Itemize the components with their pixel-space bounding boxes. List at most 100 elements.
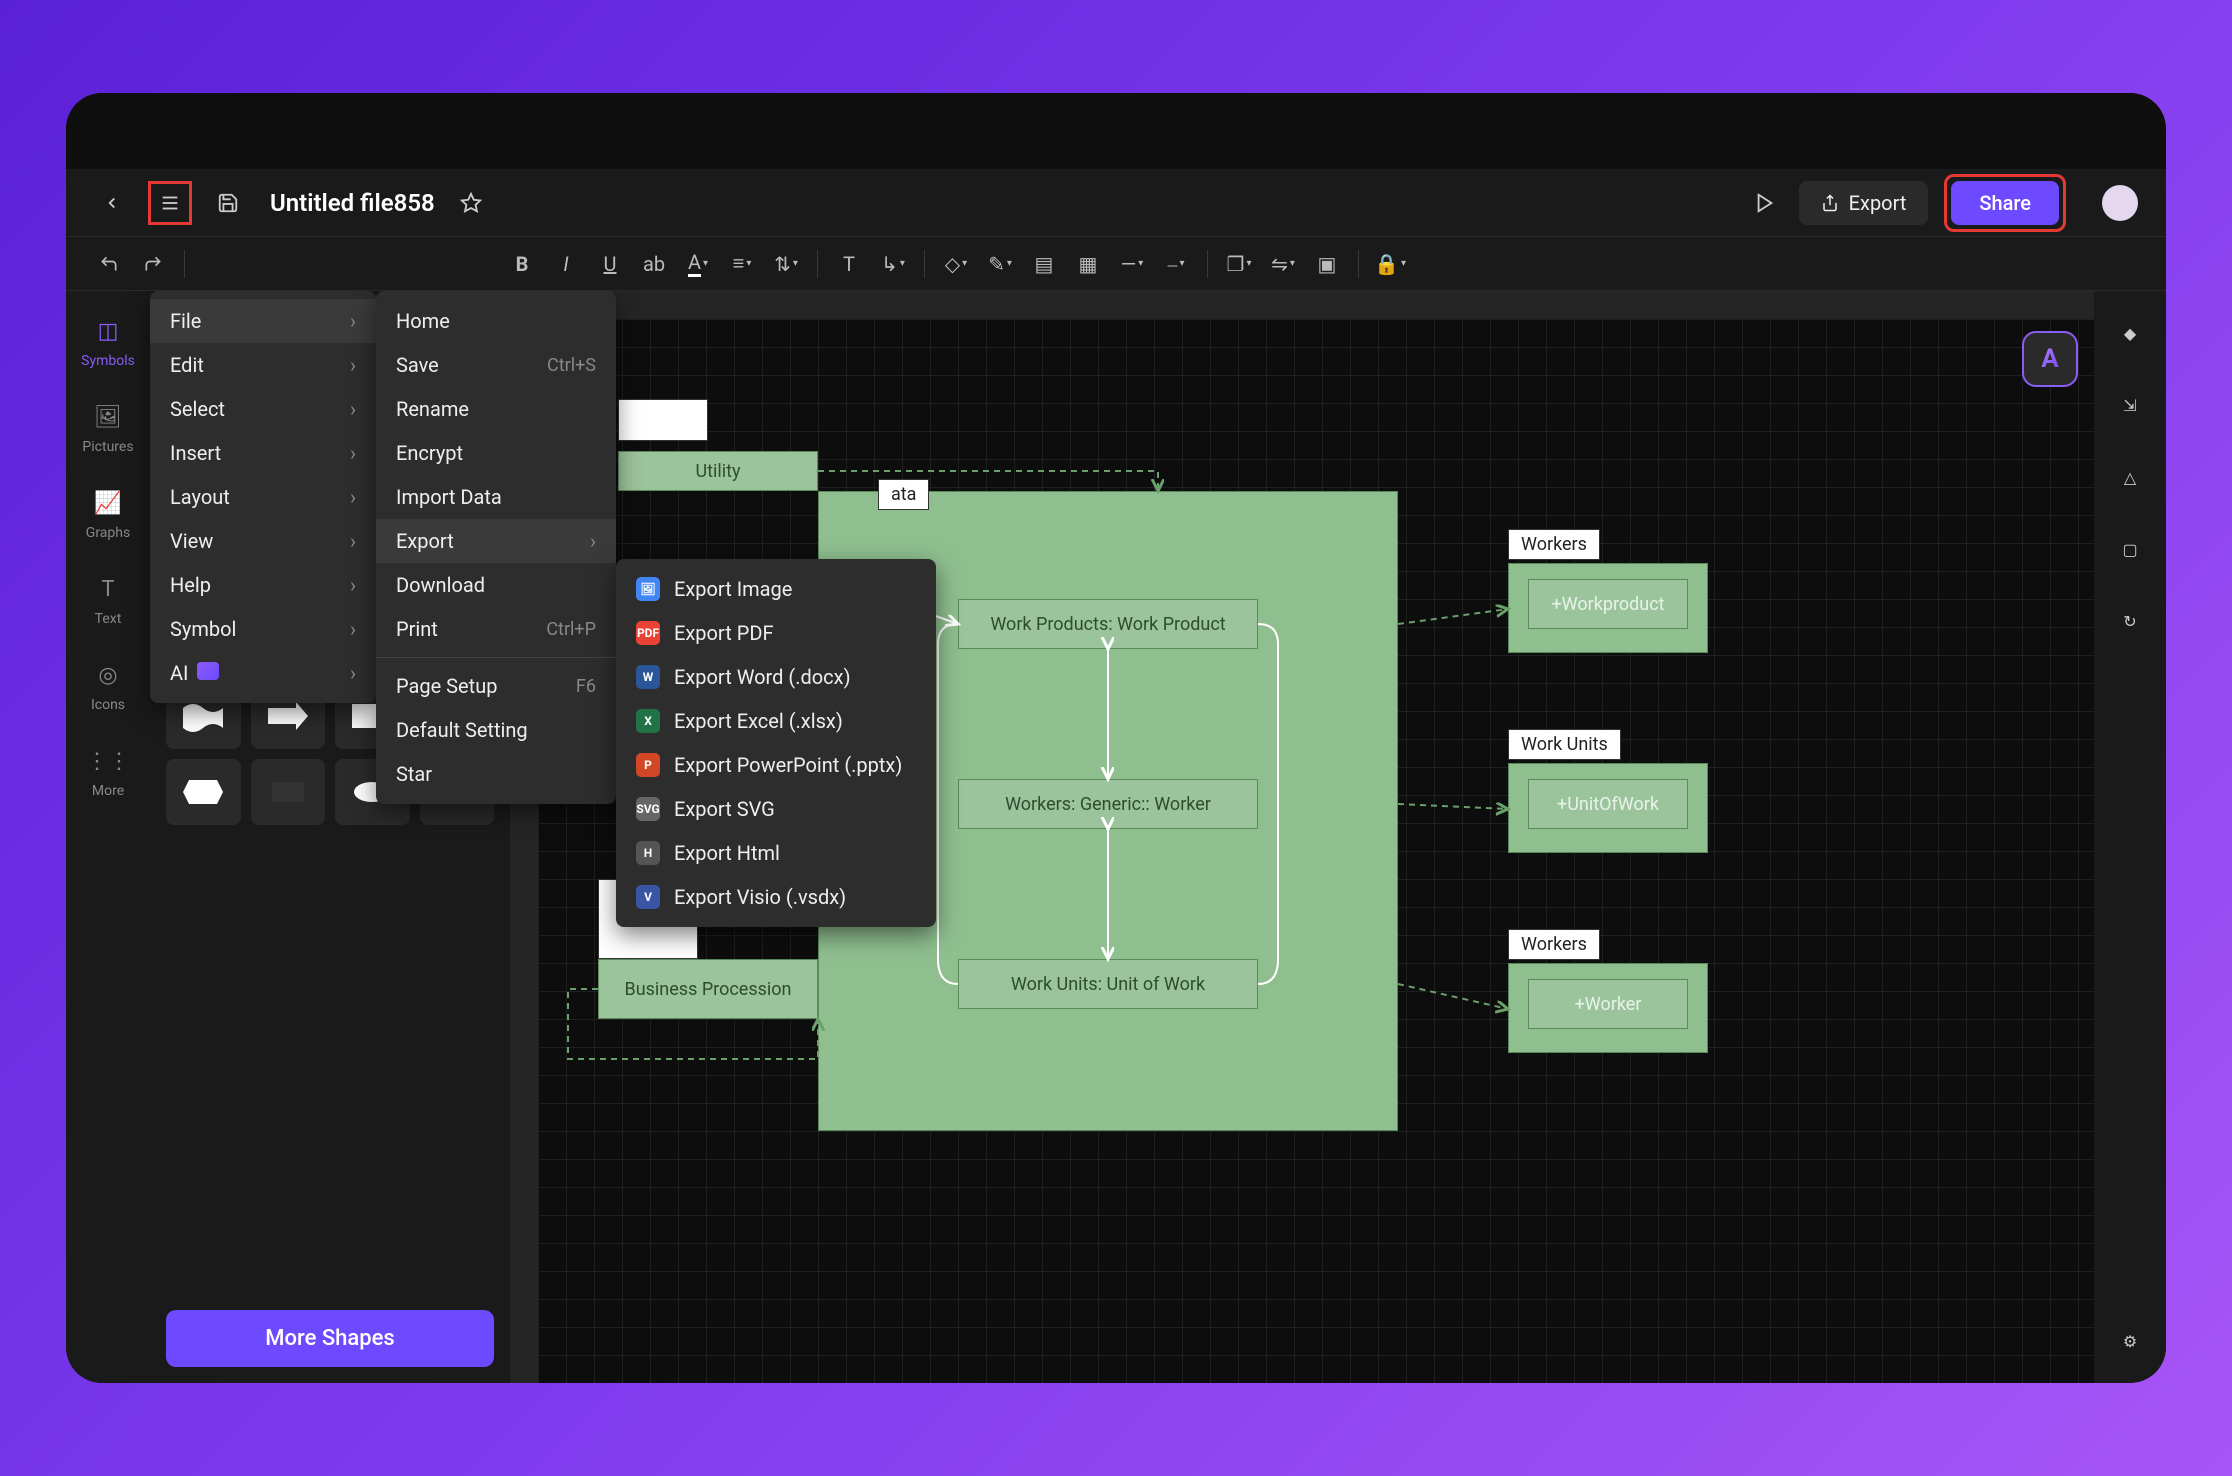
menu-insert[interactable]: Insert› <box>150 431 376 475</box>
menu-download[interactable]: Download <box>376 563 616 607</box>
word-file-icon: W <box>636 665 660 689</box>
menu-print[interactable]: PrintCtrl+P <box>376 607 616 651</box>
menu-symbol[interactable]: Symbol› <box>150 607 376 651</box>
history-icon[interactable]: ↻ <box>2112 603 2148 639</box>
menu-save[interactable]: SaveCtrl+S <box>376 343 616 387</box>
rail-graphs[interactable]: 📈Graphs <box>86 487 130 541</box>
layer-icon[interactable]: ❐ <box>1220 245 1258 283</box>
italic-icon[interactable]: I <box>547 245 585 283</box>
more-shapes-button[interactable]: More Shapes <box>166 1310 494 1367</box>
label-workunits[interactable]: Work Units <box>1508 729 1621 760</box>
shapes-right-icon[interactable]: △ <box>2112 459 2148 495</box>
menu-home[interactable]: Home <box>376 299 616 343</box>
redo-icon[interactable] <box>134 245 172 283</box>
shape-hex2[interactable] <box>166 759 241 825</box>
menu-import[interactable]: Import Data <box>376 475 616 519</box>
flip-icon[interactable]: ⇋ <box>1264 245 1302 283</box>
export-ppt[interactable]: PExport PowerPoint (.pptx) <box>616 743 936 787</box>
menu-pagesetup[interactable]: Page SetupF6 <box>376 664 616 708</box>
menu-star[interactable]: Star <box>376 752 616 796</box>
border-grid-icon[interactable]: ▦ <box>1069 245 1107 283</box>
rail-pictures[interactable]: 🖼Pictures <box>82 401 133 455</box>
ai-assistant-button[interactable]: A <box>2022 331 2078 387</box>
play-button[interactable] <box>1747 185 1783 221</box>
present-icon[interactable]: ▢ <box>2112 531 2148 567</box>
underline-icon[interactable]: U <box>591 245 629 283</box>
line-weight-icon[interactable]: ⎯ <box>1157 245 1195 283</box>
rail-more[interactable]: ⋮⋮More <box>92 745 124 799</box>
file-name[interactable]: Untitled file858 <box>270 189 435 217</box>
label-workers[interactable]: Workers <box>1508 529 1600 560</box>
export-visio[interactable]: VExport Visio (.vsdx) <box>616 875 936 919</box>
node-blank[interactable] <box>618 399 708 441</box>
menu-edit[interactable]: Edit› <box>150 343 376 387</box>
lock-icon[interactable]: 🔒 <box>1371 245 1409 283</box>
menu-encrypt[interactable]: Encrypt <box>376 431 616 475</box>
menu-export[interactable]: Export› <box>376 519 616 563</box>
rail-text[interactable]: TText <box>92 573 124 627</box>
ai-badge-icon <box>197 662 219 680</box>
export-html[interactable]: HExport Html <box>616 831 936 875</box>
rail-icons[interactable]: ◎Icons <box>91 659 125 713</box>
align-icon[interactable]: ≡ <box>723 245 761 283</box>
fill-bucket-icon[interactable]: ◆ <box>2112 315 2148 351</box>
star-icon[interactable] <box>453 185 489 221</box>
file-submenu: Home SaveCtrl+S Rename Encrypt Import Da… <box>376 291 616 804</box>
topbar: Untitled file858 Export Share <box>66 169 2166 237</box>
export-button[interactable]: Export <box>1799 181 1929 225</box>
main-menu-button[interactable] <box>148 181 192 225</box>
export-excel[interactable]: XExport Excel (.xlsx) <box>616 699 936 743</box>
line-spacing-icon[interactable]: ⇅ <box>767 245 805 283</box>
node-workers-generic[interactable]: Workers: Generic:: Worker <box>958 779 1258 829</box>
html-file-icon: H <box>636 841 660 865</box>
highlight-icon[interactable]: ✎ <box>981 245 1019 283</box>
node-plus-uow[interactable]: +UnitOfWork <box>1528 779 1688 829</box>
export-right-icon[interactable]: ⇲ <box>2112 387 2148 423</box>
menu-view[interactable]: View› <box>150 519 376 563</box>
main-menu: File› Edit› Select› Insert› Layout› View… <box>150 291 376 703</box>
lowercase-icon[interactable]: ab <box>635 245 673 283</box>
export-image[interactable]: 🖼Export Image <box>616 567 936 611</box>
fill-icon[interactable]: ◇ <box>937 245 975 283</box>
line-style-icon[interactable]: — <box>1113 245 1151 283</box>
node-plus-worker[interactable]: +Worker <box>1528 979 1688 1029</box>
node-business[interactable]: Business Procession <box>598 959 818 1019</box>
shape-dark[interactable] <box>251 759 326 825</box>
left-rail: ◫Symbols 🖼Pictures 📈Graphs TText ◎Icons … <box>66 291 150 1383</box>
menu-layout[interactable]: Layout› <box>150 475 376 519</box>
rail-symbols[interactable]: ◫Symbols <box>81 315 135 369</box>
menu-default[interactable]: Default Setting <box>376 708 616 752</box>
ruler-horizontal <box>510 291 2094 319</box>
settings-bottom-icon[interactable]: ⚙ <box>2112 1323 2148 1359</box>
font-color-icon[interactable]: A <box>679 245 717 283</box>
export-pdf[interactable]: PDFExport PDF <box>616 611 936 655</box>
visio-file-icon: V <box>636 885 660 909</box>
label-workers2[interactable]: Workers <box>1508 929 1600 960</box>
border-all-icon[interactable]: ▤ <box>1025 245 1063 283</box>
save-icon[interactable] <box>210 185 246 221</box>
back-button[interactable] <box>94 185 130 221</box>
node-plus-workproduct[interactable]: +Workproduct <box>1528 579 1688 629</box>
export-svg[interactable]: SVGExport SVG <box>616 787 936 831</box>
bold-icon[interactable]: B <box>503 245 541 283</box>
user-avatar[interactable] <box>2102 185 2138 221</box>
menu-ai[interactable]: AI› <box>150 651 376 695</box>
export-button-label: Export <box>1849 191 1907 215</box>
ppt-file-icon: P <box>636 753 660 777</box>
text-tool-icon[interactable]: T <box>830 245 868 283</box>
pdf-file-icon: PDF <box>636 621 660 645</box>
app-frame: Untitled file858 Export Share B I U <box>66 93 2166 1383</box>
group-icon[interactable]: ▣ <box>1308 245 1346 283</box>
undo-icon[interactable] <box>90 245 128 283</box>
menu-help[interactable]: Help› <box>150 563 376 607</box>
menu-file[interactable]: File› <box>150 299 376 343</box>
export-word[interactable]: WExport Word (.docx) <box>616 655 936 699</box>
menu-select[interactable]: Select› <box>150 387 376 431</box>
node-work-units[interactable]: Work Units: Unit of Work <box>958 959 1258 1009</box>
node-work-products[interactable]: Work Products: Work Product <box>958 599 1258 649</box>
node-data-partial[interactable]: ata <box>878 479 929 510</box>
share-button[interactable]: Share <box>1951 181 2059 225</box>
node-utility[interactable]: Utility <box>618 451 818 491</box>
menu-rename[interactable]: Rename <box>376 387 616 431</box>
connector-icon[interactable]: ↳ <box>874 245 912 283</box>
